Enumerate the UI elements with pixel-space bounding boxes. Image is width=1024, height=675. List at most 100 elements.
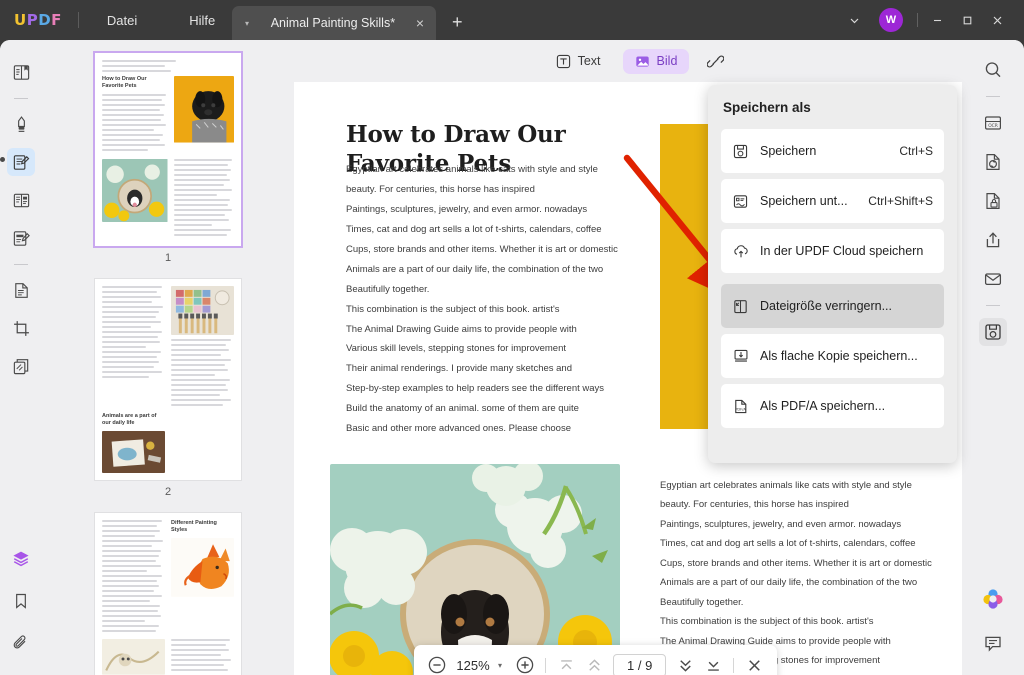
minimize-button[interactable]: [922, 6, 952, 34]
thumbnail-heading: Animals are a part of our daily life: [102, 413, 165, 428]
menu-item-label: Dateigröße verringern...: [760, 299, 933, 313]
page-photo-dog-flowers[interactable]: [330, 464, 620, 675]
save-as-icon: [732, 193, 760, 210]
menu-item-label: Speichern: [760, 144, 899, 158]
app-body: How to Draw Our Favorite Pets: [0, 40, 1024, 675]
thumbnail-page-1[interactable]: How to Draw Our Favorite Pets: [94, 52, 242, 247]
rail-divider-2: [14, 264, 28, 265]
menu-item-updf-cloud[interactable]: In der UPDF Cloud speichern: [721, 229, 944, 273]
body-line: Times, cat and dog art sells a lot of t-…: [660, 534, 950, 553]
convert-file-icon[interactable]: [979, 148, 1007, 176]
body-line: Basic and other more advanced ones. Plea…: [346, 419, 646, 439]
body-line: Animals are a part of our daily life, th…: [346, 260, 646, 280]
edit-toolbar: Text Bild: [294, 40, 982, 82]
ocr-icon[interactable]: OCR: [979, 109, 1007, 137]
body-line: beauty. For centuries, this horse has in…: [660, 495, 950, 514]
image-icon: [635, 54, 650, 69]
tab-caret-icon[interactable]: ▾: [240, 19, 254, 28]
avatar[interactable]: W: [879, 8, 903, 32]
tab-bild[interactable]: Bild: [623, 49, 690, 74]
maximize-button[interactable]: [952, 6, 982, 34]
menu-item-pdfa[interactable]: PDF/A Als PDF/A speichern...: [721, 384, 944, 428]
tab-close-icon[interactable]: ×: [412, 15, 428, 31]
protect-icon[interactable]: [979, 187, 1007, 215]
menu-item-dateigroesse-verringern[interactable]: Dateigröße verringern...: [721, 284, 944, 328]
document-tab[interactable]: ▾ Animal Painting Skills* ×: [232, 6, 436, 40]
menu-item-speichern-unter[interactable]: Speichern unt... Ctrl+Shift+S: [721, 179, 944, 223]
sidebar-item-read-mode[interactable]: [7, 58, 35, 86]
body-line: Build the anatomy of an animal. some of …: [346, 399, 646, 419]
svg-text:OCR: OCR: [988, 123, 998, 129]
save-icon[interactable]: [979, 318, 1007, 346]
menu-item-label: In der UPDF Cloud speichern: [760, 244, 933, 258]
thumbnail-item[interactable]: How to Draw Our Favorite Pets: [94, 52, 242, 264]
tab-bild-label: Bild: [657, 54, 678, 68]
titlebar-chevron-down-icon[interactable]: [839, 6, 869, 34]
tab-text[interactable]: Text: [544, 49, 613, 74]
page-body-text: Egyptian art celebrates animals like cat…: [346, 160, 646, 439]
save-as-menu-list: Speichern Ctrl+S Speichern unt... Ctrl+S…: [708, 115, 957, 428]
sidebar-item-bookmark[interactable]: [7, 587, 35, 615]
left-toolbar: [0, 40, 42, 675]
body-line: The Animal Drawing Guide aims to provide…: [346, 320, 646, 340]
prev-page-button[interactable]: [581, 652, 607, 675]
sidebar-item-crop[interactable]: [7, 314, 35, 342]
menu-item-shortcut: Ctrl+S: [899, 144, 933, 158]
menu-datei[interactable]: Datei: [93, 7, 151, 34]
thumbnail-panel[interactable]: How to Draw Our Favorite Pets: [42, 40, 294, 675]
body-line: Animals are a part of our daily life, th…: [660, 573, 950, 592]
comment-icon[interactable]: [979, 629, 1007, 657]
menu-item-flache-kopie[interactable]: Als flache Kopie speichern...: [721, 334, 944, 378]
first-page-button[interactable]: [553, 652, 579, 675]
body-line: Times, cat and dog art sells a lot of t-…: [346, 220, 646, 240]
sidebar-item-convert[interactable]: [7, 276, 35, 304]
sidebar-item-form[interactable]: [7, 224, 35, 252]
pdfa-icon: PDF/A: [732, 398, 760, 415]
share-icon[interactable]: [979, 226, 1007, 254]
page-navigation-toolbar: 125% ▾ 1 / 9: [414, 645, 777, 675]
logo-letter-p: P: [27, 11, 39, 29]
thumbnail-page-3[interactable]: Different Painting Styles: [94, 512, 242, 675]
thumbnail-image-pug: [174, 76, 234, 143]
sidebar-item-attachment[interactable]: [7, 629, 35, 657]
email-icon[interactable]: [979, 265, 1007, 293]
sidebar-item-organize-pages[interactable]: [7, 186, 35, 214]
right-rail-divider-2: [986, 305, 1000, 306]
sidebar-item-edit-pdf[interactable]: [7, 148, 35, 176]
logo-letter-d: D: [38, 11, 51, 29]
sidebar-item-batch[interactable]: [7, 352, 35, 380]
zoom-level[interactable]: 125%: [452, 658, 494, 673]
close-button[interactable]: [982, 6, 1012, 34]
tab-text-label: Text: [578, 54, 601, 68]
body-line: Beautifully together.: [660, 593, 950, 612]
page-indicator[interactable]: 1 / 9: [613, 654, 666, 675]
thumbnail-item[interactable]: Different Painting Styles: [94, 512, 242, 675]
floppy-save-icon: [732, 143, 760, 160]
text-icon: [556, 54, 571, 69]
zoom-out-button[interactable]: [424, 652, 450, 675]
menu-item-label: Als PDF/A speichern...: [760, 399, 933, 413]
close-toolbar-button[interactable]: [741, 652, 767, 675]
menu-hilfe[interactable]: Hilfe: [175, 7, 229, 34]
new-tab-button[interactable]: +: [452, 12, 463, 33]
next-page-button[interactable]: [672, 652, 698, 675]
thumbnail-image-sketch: [102, 639, 165, 675]
body-line: Egyptian art celebrates animals like cat…: [346, 160, 646, 180]
last-page-button[interactable]: [700, 652, 726, 675]
zoom-in-button[interactable]: [512, 652, 538, 675]
save-as-menu-title: Speichern als: [708, 85, 957, 115]
body-line: Paintings, sculptures, jewelry, and even…: [660, 515, 950, 534]
thumbnail-item[interactable]: Animals are a part of our daily life: [94, 278, 242, 498]
sidebar-item-layers[interactable]: [7, 545, 35, 573]
sidebar-item-annotate[interactable]: [7, 110, 35, 138]
ai-assistant-icon[interactable]: [979, 585, 1007, 613]
zoom-chevron-down-icon[interactable]: ▾: [496, 661, 510, 670]
updf-window: UPDF Datei Hilfe ▾ Animal Painting Skill…: [0, 0, 1024, 675]
link-icon[interactable]: [699, 48, 732, 75]
thumbnail-page-2[interactable]: Animals are a part of our daily life: [94, 278, 242, 481]
rail-divider-1: [14, 98, 28, 99]
search-icon[interactable]: [979, 56, 1007, 84]
menu-item-speichern[interactable]: Speichern Ctrl+S: [721, 129, 944, 173]
save-as-menu[interactable]: Speichern als Speichern Ctrl+S Speichern…: [708, 85, 957, 463]
thumbnail-heading: Different Painting Styles: [171, 520, 234, 535]
